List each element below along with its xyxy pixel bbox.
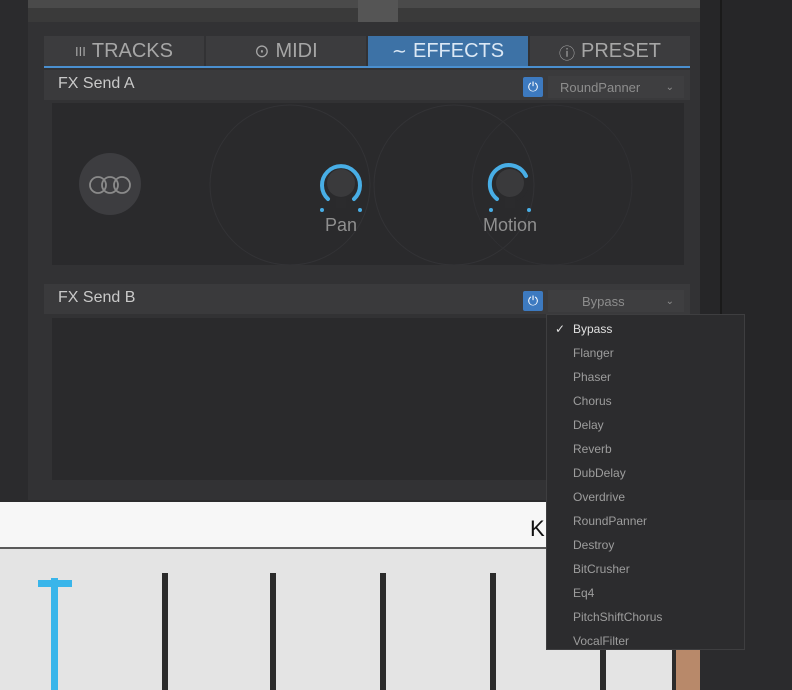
top-image-strip: [28, 0, 700, 22]
tab-label: EFFECTS: [412, 40, 505, 62]
dropdown-option-eq4[interactable]: Eq4: [573, 586, 594, 600]
dropdown-option-reverb[interactable]: Reverb: [573, 442, 612, 456]
fader-4[interactable]: [380, 573, 386, 690]
fx-send-a-power-button[interactable]: ⏻: [523, 77, 543, 97]
dropdown-option-delay[interactable]: Delay: [573, 418, 604, 432]
power-icon: ⏻: [527, 293, 539, 308]
dropdown-option-pitchshiftchorus[interactable]: PitchShiftChorus: [573, 610, 662, 624]
fader-1-active[interactable]: [51, 578, 58, 690]
dropdown-option-bypass[interactable]: Bypass: [573, 322, 612, 336]
tab-midi[interactable]: ⊙ MIDI: [206, 36, 366, 67]
tab-label: TRACKS: [91, 40, 173, 62]
pan-knob[interactable]: [320, 164, 362, 212]
dropdown-option-flanger[interactable]: Flanger: [573, 346, 614, 360]
dropdown-option-bitcrusher[interactable]: BitCrusher: [573, 562, 630, 576]
effects-icon: ∼: [391, 41, 407, 61]
fader-5[interactable]: [490, 573, 496, 690]
fx-send-b-effect-value: Bypass: [582, 293, 625, 309]
pan-label: Pan: [324, 215, 358, 235]
fx-send-a-title: FX Send A: [58, 75, 135, 92]
dropdown-option-vocalfilter[interactable]: VocalFilter: [573, 634, 629, 648]
fx-send-a-effect-value: RoundPanner: [560, 79, 641, 95]
preset-icon: ⓘ: [558, 45, 575, 63]
dropdown-option-dubdelay[interactable]: DubDelay: [573, 466, 626, 480]
tab-preset[interactable]: ⓘ PRESET: [530, 36, 690, 67]
dropdown-option-overdrive[interactable]: Overdrive: [573, 490, 625, 504]
motion-knob[interactable]: [487, 163, 531, 212]
tab-effects[interactable]: ∼ EFFECTS: [368, 36, 528, 67]
fx-send-b-effect-select[interactable]: Bypass ⌄: [548, 290, 684, 312]
fader-1-handle[interactable]: [38, 580, 72, 587]
checkmark-icon: ✓: [555, 322, 566, 336]
fx-send-b-power-button[interactable]: ⏻: [523, 291, 543, 311]
round-panner-icon-button[interactable]: [79, 153, 141, 215]
dropdown-option-chorus[interactable]: Chorus: [573, 394, 612, 408]
chevron-down-icon: ⌄: [665, 295, 674, 307]
chevron-down-icon: ⌄: [665, 81, 674, 93]
effect-dropdown-menu: ✓ Bypass Flanger Phaser Chorus Delay Rev…: [546, 314, 745, 650]
fx-send-a-effect-select[interactable]: RoundPanner ⌄: [548, 76, 684, 98]
mixer-header-label: K: [530, 516, 545, 541]
tab-underline: [44, 66, 690, 68]
motion-label: Motion: [482, 215, 538, 235]
fx-send-b-title: FX Send B: [58, 289, 136, 306]
dropdown-option-destroy[interactable]: Destroy: [573, 538, 614, 552]
tracks-icon: III: [75, 44, 86, 59]
fx-send-a-knobs-graphic: [79, 104, 633, 265]
midi-icon: ⊙: [254, 41, 270, 61]
power-icon: ⏻: [527, 79, 539, 94]
tab-label: PRESET: [580, 40, 662, 62]
tab-tracks[interactable]: III TRACKS: [44, 36, 204, 67]
tab-label: MIDI: [275, 40, 318, 62]
fader-3[interactable]: [270, 573, 276, 690]
fader-2[interactable]: [162, 573, 168, 690]
dropdown-option-phaser[interactable]: Phaser: [573, 370, 611, 384]
dropdown-option-roundpanner[interactable]: RoundPanner: [573, 514, 647, 528]
side-panel-edge: [676, 650, 700, 690]
